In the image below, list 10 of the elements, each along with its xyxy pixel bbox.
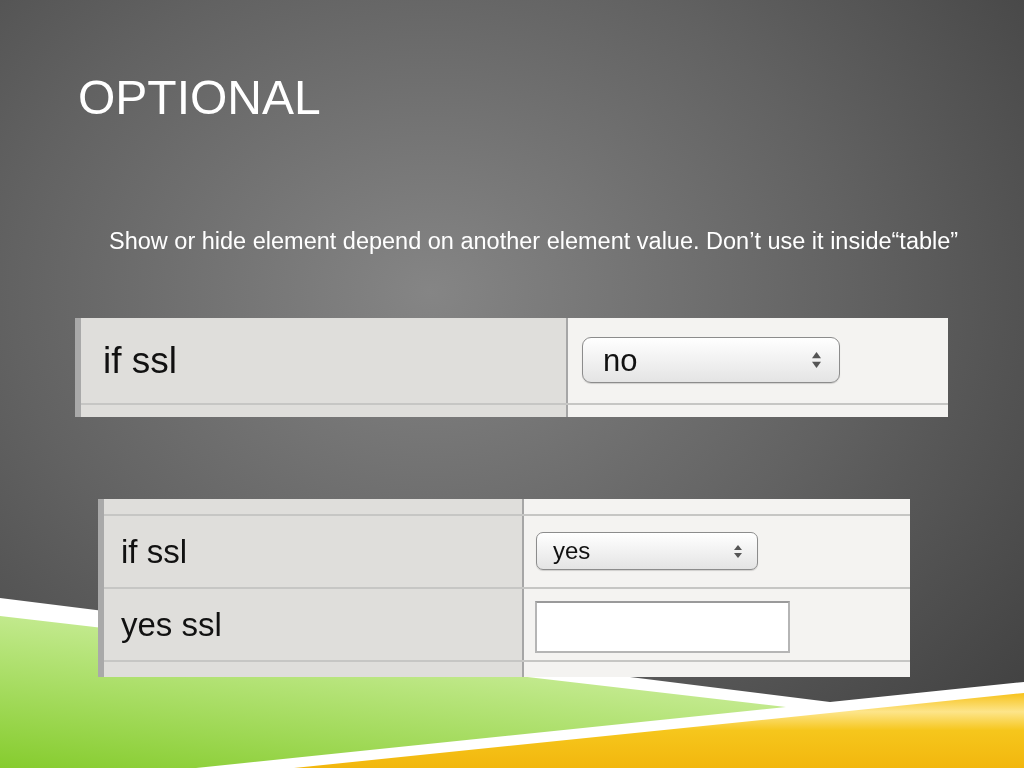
slide-title: OPTIONAL	[78, 74, 321, 122]
text-input[interactable]	[535, 601, 790, 653]
field-label: if ssl	[102, 341, 177, 379]
dropdown[interactable]: yes	[536, 532, 758, 570]
up-down-arrows-icon	[734, 544, 742, 558]
field-label: yes ssl	[120, 607, 222, 641]
dropdown[interactable]: no	[582, 337, 840, 383]
up-down-arrows-icon	[812, 352, 821, 368]
field-label: if ssl	[120, 534, 187, 568]
slide-body-text: Show or hide element depend on another element value. Don’t use it inside“table”	[109, 230, 959, 254]
